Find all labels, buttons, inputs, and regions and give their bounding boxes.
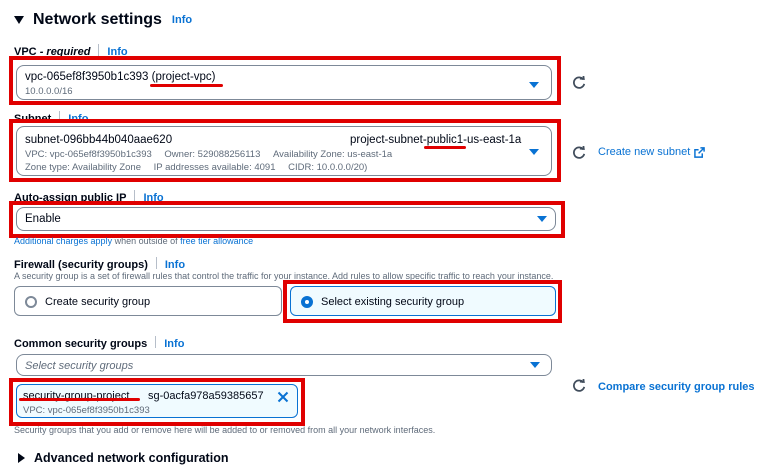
external-link-icon xyxy=(694,146,706,158)
annotation-box-token xyxy=(9,378,305,426)
caret-right-icon xyxy=(18,453,25,463)
section-title: Network settings xyxy=(33,11,162,28)
compare-security-group-rules-link[interactable]: Compare security group rules xyxy=(598,381,755,393)
security-groups-placeholder: Select security groups xyxy=(25,360,134,372)
free-tier-link[interactable]: free tier allowance xyxy=(180,236,253,246)
annotation-box-subnet xyxy=(9,119,561,182)
refresh-icon[interactable] xyxy=(572,146,586,160)
refresh-icon[interactable] xyxy=(572,379,586,393)
create-security-group-label: Create security group xyxy=(45,296,151,308)
common-sg-label: Common security groups Info xyxy=(14,336,184,350)
radio-unselected-icon[interactable] xyxy=(25,296,37,308)
refresh-icon[interactable] xyxy=(572,76,586,90)
section-header[interactable]: Network settings Info xyxy=(14,10,192,30)
firewall-info-link[interactable]: Info xyxy=(165,259,185,271)
common-sg-label-text: Common security groups xyxy=(14,338,148,350)
section-info-link[interactable]: Info xyxy=(172,14,192,26)
caret-down-icon[interactable] xyxy=(14,16,24,24)
annotation-box-select-existing xyxy=(283,280,562,323)
auto-ip-note-mid: when outside of xyxy=(112,236,181,246)
auto-ip-note: Additional charges apply when outside of… xyxy=(14,236,253,246)
advanced-network-toggle[interactable]: Advanced network configuration xyxy=(18,451,228,465)
annotation-underline-token xyxy=(19,398,140,401)
security-groups-note: Security groups that you add or remove h… xyxy=(14,425,436,435)
security-groups-select[interactable]: Select security groups xyxy=(16,354,552,376)
chevron-down-icon xyxy=(530,362,540,368)
firewall-label: Firewall (security groups) Info xyxy=(14,257,185,271)
annotation-box-vpc xyxy=(9,56,561,105)
create-new-subnet-text[interactable]: Create new subnet xyxy=(598,146,690,158)
annotation-underline-subnet xyxy=(424,146,466,149)
firewall-label-text: Firewall (security groups) xyxy=(14,259,148,271)
annotation-box-auto-ip xyxy=(9,201,565,238)
create-new-subnet-link[interactable]: Create new subnet xyxy=(598,146,706,158)
annotation-underline-vpc xyxy=(150,84,223,87)
advanced-network-title: Advanced network configuration xyxy=(34,451,229,465)
create-security-group-option[interactable]: Create security group xyxy=(14,286,282,316)
additional-charges-link[interactable]: Additional charges apply xyxy=(14,236,112,246)
common-sg-info-link[interactable]: Info xyxy=(164,338,184,350)
